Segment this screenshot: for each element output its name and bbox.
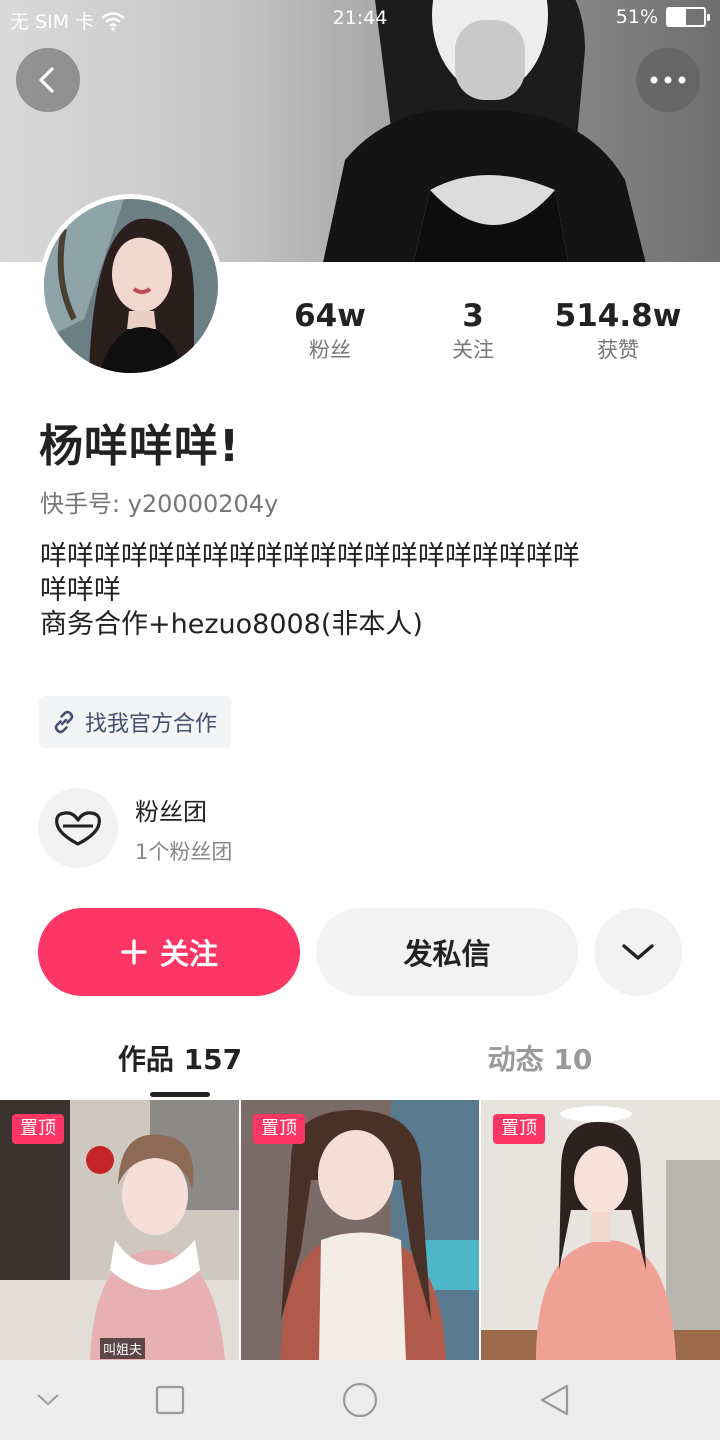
pinned-badge: 置顶	[493, 1114, 545, 1144]
video-thumbnail[interactable]: 置顶	[241, 1100, 479, 1360]
following-count: 3	[462, 298, 484, 334]
chevron-down-icon	[622, 944, 654, 960]
following-label: 关注	[452, 338, 494, 362]
likes-label: 获赞	[597, 338, 639, 362]
battery-icon	[666, 7, 710, 27]
system-navigation-bar	[0, 1360, 720, 1440]
nav-hide-button[interactable]	[28, 1380, 68, 1420]
chevron-left-icon	[39, 67, 54, 93]
video-thumbnail[interactable]: 置顶 叫姐夫	[0, 1100, 239, 1360]
more-dots-icon	[650, 76, 686, 84]
avatar-image	[44, 199, 218, 373]
link-icon	[54, 710, 74, 734]
back-button[interactable]	[16, 48, 80, 112]
clock: 21:44	[332, 7, 388, 29]
profile-handle[interactable]: 快手号: y20000204y	[40, 484, 278, 519]
tab-works[interactable]: 作品 157	[0, 1040, 360, 1080]
avatar[interactable]	[39, 194, 223, 378]
chevron-down-icon	[37, 1394, 59, 1406]
video-grid: 置顶 叫姐夫 置顶 置顶	[0, 1100, 720, 1360]
profile-bio: 咩咩咩咩咩咩咩咩咩咩咩咩咩咩咩咩咩咩咩咩 咩咩咩 商务合作+hezuo8008(…	[40, 540, 700, 642]
circle-icon	[342, 1382, 378, 1418]
stat-following[interactable]: 3 关注	[393, 297, 553, 365]
nav-home-button[interactable]	[340, 1380, 380, 1420]
expand-actions-button[interactable]	[594, 908, 682, 996]
followers-label: 粉丝	[309, 338, 351, 362]
followers-count: 64w	[294, 298, 366, 334]
stat-followers[interactable]: 64w 粉丝	[250, 297, 410, 365]
likes-count: 514.8w	[554, 298, 682, 334]
triangle-back-icon	[540, 1384, 569, 1416]
stat-likes[interactable]: 514.8w 获赞	[538, 297, 698, 365]
send-message-button[interactable]: 发私信	[316, 908, 578, 996]
status-bar: 无 SIM 卡 21:44 51%	[0, 0, 720, 38]
tab-moments[interactable]: 动态 10	[360, 1040, 720, 1080]
pinned-badge: 置顶	[253, 1114, 305, 1144]
video-caption: 叫姐夫	[100, 1338, 146, 1359]
cooperation-label: 找我官方合作	[85, 712, 218, 737]
fan-club-subtitle: 1个粉丝团	[135, 840, 233, 864]
battery-percent: 51%	[615, 6, 658, 28]
bio-line: 咩咩咩	[40, 575, 121, 606]
pinned-badge: 置顶	[12, 1114, 64, 1144]
follow-label: 关注	[159, 937, 218, 971]
nav-back-button[interactable]	[535, 1380, 575, 1420]
plus-icon	[121, 939, 147, 965]
cover-portrait-image	[323, 0, 646, 262]
fan-club-title[interactable]: 粉丝团	[135, 792, 207, 827]
profile-name: 杨咩咩咩!	[39, 421, 241, 472]
message-label: 发私信	[403, 937, 491, 971]
more-options-button[interactable]	[636, 48, 700, 112]
nav-recents-button[interactable]	[150, 1380, 190, 1420]
official-cooperation-link[interactable]: 找我官方合作	[39, 696, 232, 748]
bio-line: 咩咩咩咩咩咩咩咩咩咩咩咩咩咩咩咩咩咩咩咩	[40, 541, 580, 572]
heart-badge-icon	[55, 811, 101, 846]
video-thumbnail[interactable]: 置顶	[481, 1100, 720, 1360]
bio-line: 商务合作+hezuo8008(非本人)	[40, 609, 423, 640]
fan-club-button[interactable]	[38, 788, 118, 868]
square-icon	[155, 1385, 185, 1415]
follow-button[interactable]: 关注	[38, 908, 300, 996]
tab-indicator	[150, 1092, 210, 1097]
